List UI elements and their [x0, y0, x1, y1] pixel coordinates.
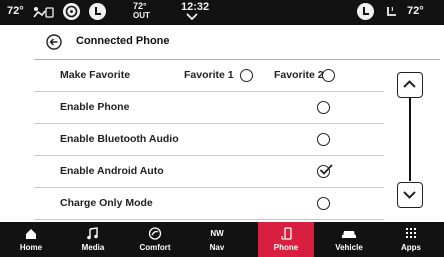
make-favorite-label: Make Favorite — [60, 69, 131, 81]
music-note-icon — [87, 227, 98, 240]
apps-grid-icon — [406, 228, 416, 238]
driver-temp[interactable]: 72° — [7, 5, 24, 17]
enable-bluetooth-audio-label: Enable Bluetooth Audio — [60, 133, 179, 145]
chevron-up-icon — [403, 80, 416, 88]
heated-seat-icon[interactable] — [384, 5, 398, 19]
charge-only-mode-label: Charge Only Mode — [60, 197, 153, 209]
page-title: Connected Phone — [76, 35, 170, 47]
favorite-1-label[interactable]: Favorite 1 — [184, 69, 234, 81]
seat-icon — [363, 7, 369, 15]
heated-seat-button[interactable] — [89, 3, 106, 20]
nav-apps[interactable]: Apps — [380, 222, 442, 257]
charge-only-mode-checkbox[interactable] — [317, 197, 330, 210]
outside-temp: 72° — [133, 1, 147, 11]
favorite-2-radio[interactable] — [322, 69, 335, 82]
scroll-down-button[interactable] — [397, 182, 423, 208]
back-arrow-icon[interactable] — [46, 34, 62, 50]
checkmark-icon — [319, 164, 333, 175]
enable-phone-label: Enable Phone — [60, 101, 130, 113]
row-enable-bluetooth-audio[interactable]: Enable Bluetooth Audio — [34, 124, 384, 156]
nav-comfort-label: Comfort — [139, 243, 171, 252]
row-charge-only-mode[interactable]: Charge Only Mode — [34, 188, 384, 220]
climate-mode-icon[interactable] — [32, 5, 54, 19]
nav-media-label: Media — [81, 243, 105, 252]
nav-nav[interactable]: NW Nav — [186, 222, 248, 257]
page-header: Connected Phone — [0, 25, 444, 60]
nav-phone[interactable]: Phone — [258, 222, 314, 257]
nav-phone-label: Phone — [273, 243, 299, 252]
nav-vehicle[interactable]: Vehicle — [318, 222, 380, 257]
enable-bluetooth-audio-checkbox[interactable] — [317, 133, 330, 146]
row-enable-phone[interactable]: Enable Phone — [34, 92, 384, 124]
nav-home-label: Home — [19, 243, 43, 252]
car-icon — [342, 231, 356, 238]
nav-nav-label: Nav — [209, 243, 225, 252]
seat-icon — [95, 7, 101, 15]
nav-compass-icon: NW — [210, 229, 224, 238]
passenger-temp[interactable]: 72° — [407, 5, 424, 17]
nav-comfort[interactable]: Comfort — [124, 222, 186, 257]
enable-android-auto-checkbox[interactable] — [317, 164, 333, 178]
passenger-seat-button[interactable] — [357, 3, 374, 20]
steering-wheel-icon — [65, 5, 78, 18]
home-icon — [26, 229, 36, 239]
nav-home[interactable]: Home — [0, 222, 62, 257]
clock: 12:32 — [181, 1, 210, 13]
nav-apps-label: Apps — [401, 243, 421, 252]
nav-media[interactable]: Media — [62, 222, 124, 257]
enable-android-auto-label: Enable Android Auto — [60, 165, 164, 177]
phone-icon — [281, 227, 292, 240]
status-bar: 72° 72° OUT 12:32 72° — [0, 0, 444, 25]
enable-phone-checkbox[interactable] — [317, 101, 330, 114]
scrollbar-track[interactable] — [409, 98, 411, 181]
comfort-icon — [148, 227, 162, 240]
row-make-favorite: Make Favorite Favorite 1 Favorite 2 — [34, 60, 384, 92]
favorite-1-radio[interactable] — [240, 69, 253, 82]
nav-vehicle-label: Vehicle — [335, 243, 363, 252]
favorite-2-label[interactable]: Favorite 2 — [274, 69, 324, 81]
row-enable-android-auto[interactable]: Enable Android Auto — [34, 156, 384, 188]
chevron-down-icon[interactable] — [186, 13, 198, 21]
scroll-up-button[interactable] — [397, 72, 423, 98]
bottom-nav: Home Media Comfort NW Nav Phone Vehicle … — [0, 222, 444, 257]
heated-wheel-button[interactable] — [63, 3, 80, 20]
outside-label: OUT — [133, 11, 150, 20]
uconnect-screen: 72° 72° OUT 12:32 72° Connected Phone Ma… — [0, 0, 444, 257]
chevron-down-icon — [403, 191, 416, 199]
